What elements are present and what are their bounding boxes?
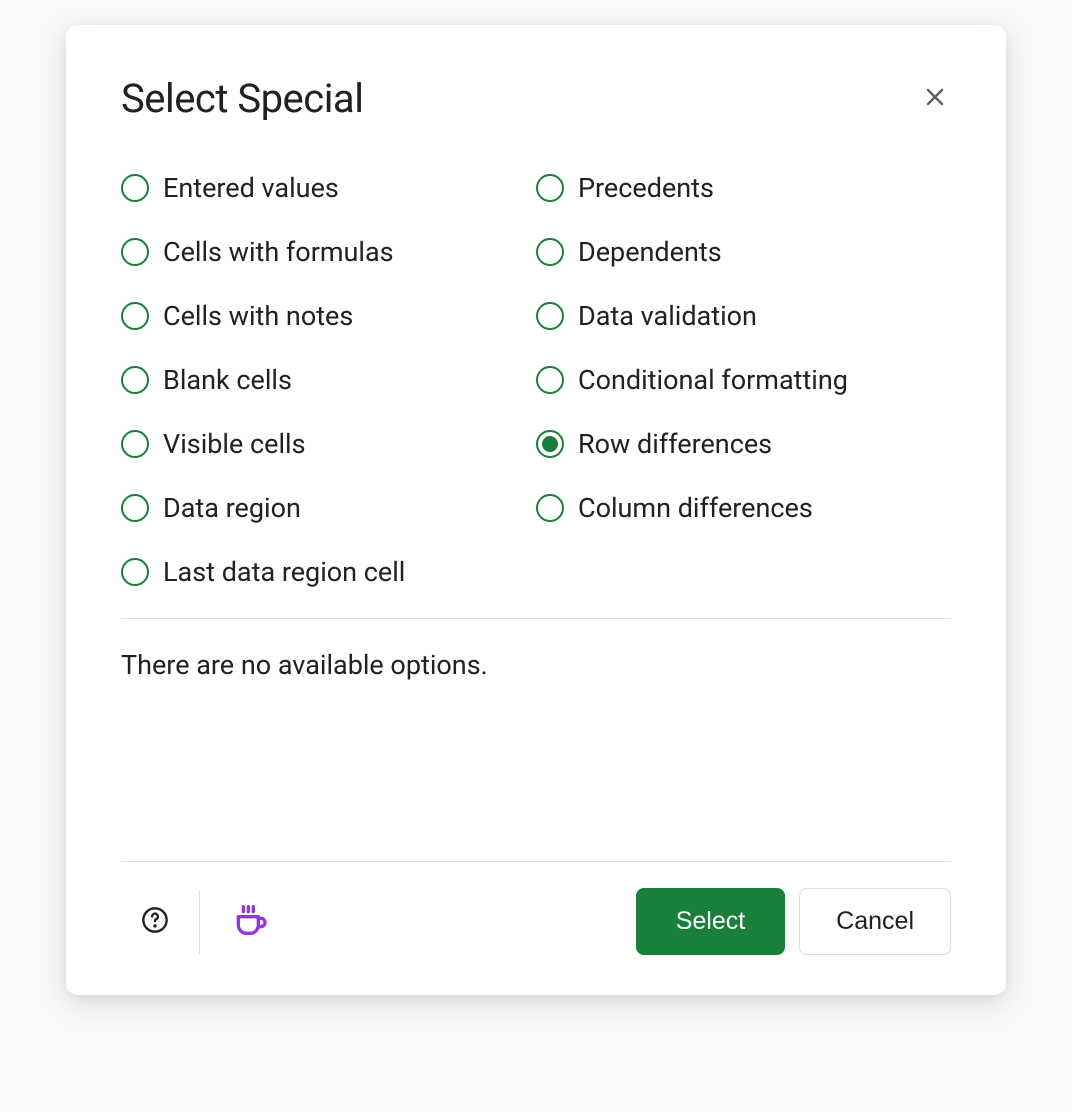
status-text: There are no available options.: [121, 649, 951, 681]
radio-label: Data validation: [578, 300, 757, 332]
radio-label: Row differences: [578, 428, 772, 460]
radio-precedents[interactable]: Precedents: [536, 172, 951, 204]
radio-visible-cells[interactable]: Visible cells: [121, 428, 536, 460]
radio-icon: [536, 366, 564, 394]
coffee-icon: [230, 900, 270, 943]
radio-label: Last data region cell: [163, 556, 405, 588]
radio-icon-selected: [536, 430, 564, 458]
divider: [121, 618, 951, 619]
radio-label: Visible cells: [163, 428, 306, 460]
radio-label: Entered values: [163, 172, 339, 204]
footer-left: [121, 890, 300, 954]
radio-label: Cells with notes: [163, 300, 353, 332]
radio-label: Precedents: [578, 172, 714, 204]
close-icon: [923, 85, 947, 112]
coffee-button[interactable]: [200, 892, 300, 951]
select-special-dialog: Select Special Entered values Precedents…: [66, 25, 1006, 995]
radio-icon: [121, 494, 149, 522]
radio-label: Column differences: [578, 492, 813, 524]
help-button[interactable]: [121, 898, 199, 945]
close-button[interactable]: [919, 81, 951, 116]
radio-icon: [121, 366, 149, 394]
radio-label: Dependents: [578, 236, 722, 268]
radio-icon: [121, 302, 149, 330]
radio-icon: [121, 174, 149, 202]
footer-right: Select Cancel: [636, 888, 951, 955]
dialog-header: Select Special: [121, 75, 951, 122]
radio-cells-with-formulas[interactable]: Cells with formulas: [121, 236, 536, 268]
radio-icon: [536, 238, 564, 266]
cancel-button[interactable]: Cancel: [799, 888, 951, 955]
radio-dependents[interactable]: Dependents: [536, 236, 951, 268]
radio-icon: [121, 238, 149, 266]
radio-label: Data region: [163, 492, 301, 524]
dialog-title: Select Special: [121, 75, 363, 122]
radio-label: Conditional formatting: [578, 364, 848, 396]
radio-blank-cells[interactable]: Blank cells: [121, 364, 536, 396]
radio-icon: [536, 494, 564, 522]
radio-label: Cells with formulas: [163, 236, 394, 268]
options-grid: Entered values Precedents Cells with for…: [121, 172, 951, 588]
radio-row-differences[interactable]: Row differences: [536, 428, 951, 460]
radio-data-validation[interactable]: Data validation: [536, 300, 951, 332]
radio-cells-with-notes[interactable]: Cells with notes: [121, 300, 536, 332]
radio-conditional-formatting[interactable]: Conditional formatting: [536, 364, 951, 396]
radio-column-differences[interactable]: Column differences: [536, 492, 951, 524]
radio-data-region[interactable]: Data region: [121, 492, 536, 524]
help-icon: [141, 906, 169, 937]
radio-entered-values[interactable]: Entered values: [121, 172, 536, 204]
radio-last-data-region-cell[interactable]: Last data region cell: [121, 556, 536, 588]
radio-label: Blank cells: [163, 364, 292, 396]
radio-icon: [536, 302, 564, 330]
radio-icon: [121, 558, 149, 586]
dialog-footer: Select Cancel: [121, 861, 951, 955]
radio-icon: [536, 174, 564, 202]
radio-icon: [121, 430, 149, 458]
select-button[interactable]: Select: [636, 888, 785, 955]
